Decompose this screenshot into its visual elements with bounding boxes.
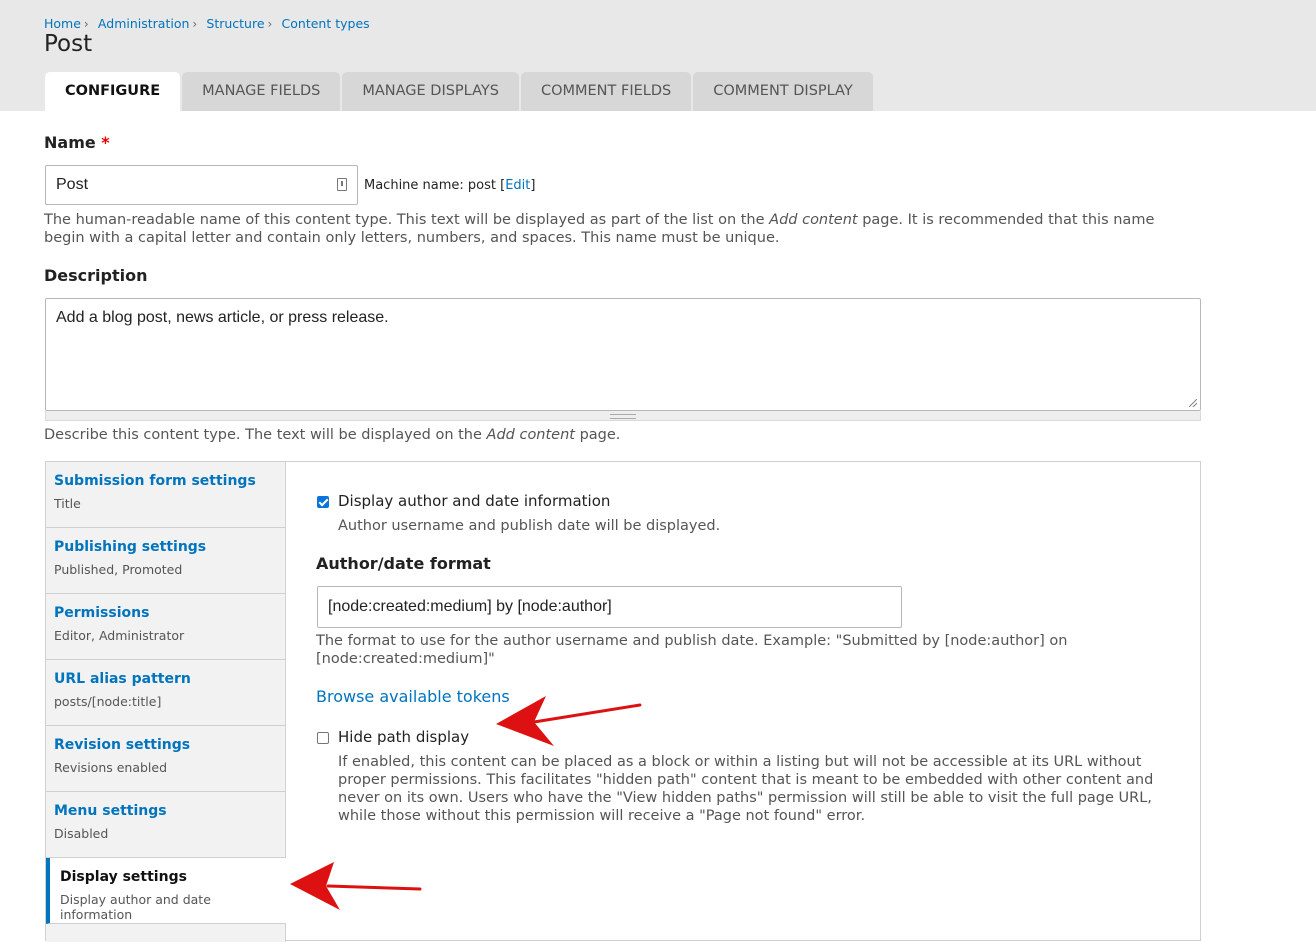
breadcrumb-structure[interactable]: Structure: [206, 16, 264, 31]
vtab-permissions[interactable]: Permissions Editor, Administrator: [46, 594, 285, 660]
vtab-publishing-settings[interactable]: Publishing settings Published, Promoted: [46, 528, 285, 594]
browse-tokens-link[interactable]: Browse available tokens: [316, 687, 510, 706]
vtab-title: Publishing settings: [54, 539, 207, 555]
annotation-arrow-hide-path: [496, 696, 642, 746]
vtab-title: URL alias pattern: [54, 671, 191, 687]
vtab-title: Submission form settings: [54, 473, 256, 489]
tab-manage-displays[interactable]: Manage displays: [342, 72, 519, 111]
annotation-arrow-display-settings: [290, 862, 422, 910]
vtab-summary: posts/[node:title]: [54, 694, 162, 709]
display-author-checkbox[interactable]: [317, 496, 329, 508]
display-author-label[interactable]: Display author and date information: [338, 492, 610, 510]
autofill-icon: [337, 178, 347, 191]
resize-icon[interactable]: [1189, 399, 1197, 407]
vtab-summary: Published, Promoted: [54, 562, 183, 577]
tab-comment-fields[interactable]: Comment fields: [520, 72, 692, 111]
vtab-title: Menu settings: [54, 803, 167, 819]
vtab-summary: Title: [54, 496, 81, 511]
vtab-title: Permissions: [54, 605, 150, 621]
tab-manage-fields[interactable]: Manage fields: [182, 72, 341, 111]
vtab-display-settings[interactable]: Display settings Display author and date…: [46, 858, 286, 924]
machine-name-text: Machine name: post [: [364, 178, 506, 193]
hide-path-checkbox[interactable]: [317, 732, 329, 744]
machine-name: Machine name: post [Edit]: [364, 178, 535, 193]
required-marker: *: [101, 133, 110, 152]
textarea-resize-handle[interactable]: [45, 411, 1201, 421]
chevron-right-icon: ›: [267, 16, 273, 31]
breadcrumb-content-types[interactable]: Content types: [282, 16, 370, 31]
name-help-emphasis: Add content: [769, 212, 858, 228]
vtab-submission-form-settings[interactable]: Submission form settings Title: [46, 462, 285, 528]
author-date-format-help: The format to use for the author usernam…: [316, 633, 1068, 667]
name-input[interactable]: Post: [45, 165, 358, 205]
machine-name-bracket: ]: [530, 178, 536, 193]
vtab-revision-settings[interactable]: Revision settings Revisions enabled: [46, 726, 285, 792]
page-title: Post: [44, 31, 93, 57]
page-header: Home › Administration › Structure › Cont…: [0, 0, 1316, 111]
primary-tabs: Configure Manage fields Manage displays …: [45, 72, 875, 111]
name-help-text: The human-readable name of this content …: [44, 212, 770, 228]
tab-configure[interactable]: Configure: [45, 72, 181, 111]
description-help-emphasis: Add content: [486, 427, 575, 443]
author-date-format-label: Author/date format: [316, 554, 491, 573]
chevron-right-icon: ›: [83, 16, 89, 31]
display-author-description: Author username and publish date will be…: [338, 518, 721, 534]
vtab-url-alias-pattern[interactable]: URL alias pattern posts/[node:title]: [46, 660, 285, 726]
vtab-summary: Editor, Administrator: [54, 628, 185, 643]
hide-path-description: If enabled, this content can be placed a…: [338, 754, 1154, 824]
name-label: Name *: [44, 133, 110, 152]
vertical-tabs-menu: Submission form settings Title Publishin…: [46, 462, 286, 942]
description-help: Describe this content type. The text wil…: [44, 426, 620, 444]
tab-comment-display[interactable]: Comment display: [693, 72, 873, 111]
description-label: Description: [44, 266, 148, 285]
description-help-text-end: page.: [574, 427, 621, 443]
breadcrumb-administration[interactable]: Administration: [98, 16, 189, 31]
chevron-right-icon: ›: [192, 16, 198, 31]
description-help-text: Describe this content type. The text wil…: [44, 427, 487, 443]
breadcrumb-home[interactable]: Home: [44, 16, 81, 31]
machine-name-edit-link[interactable]: Edit: [505, 178, 530, 193]
vtab-summary: Display author and date information: [60, 892, 211, 922]
vtab-title: Display settings: [60, 869, 187, 885]
vtab-summary: Revisions enabled: [54, 760, 168, 775]
name-help: The human-readable name of this content …: [44, 211, 1194, 247]
vtab-summary: Disabled: [54, 826, 109, 841]
name-label-text: Name: [44, 133, 96, 152]
vtab-title: Revision settings: [54, 737, 191, 753]
description-textarea[interactable]: Add a blog post, news article, or press …: [45, 298, 1201, 411]
vtab-menu-settings[interactable]: Menu settings Disabled: [46, 792, 285, 858]
hide-path-label[interactable]: Hide path display: [338, 728, 469, 746]
author-date-format-input[interactable]: [node:created:medium] by [node:author]: [317, 586, 902, 628]
breadcrumb: Home › Administration › Structure › Cont…: [44, 16, 370, 31]
